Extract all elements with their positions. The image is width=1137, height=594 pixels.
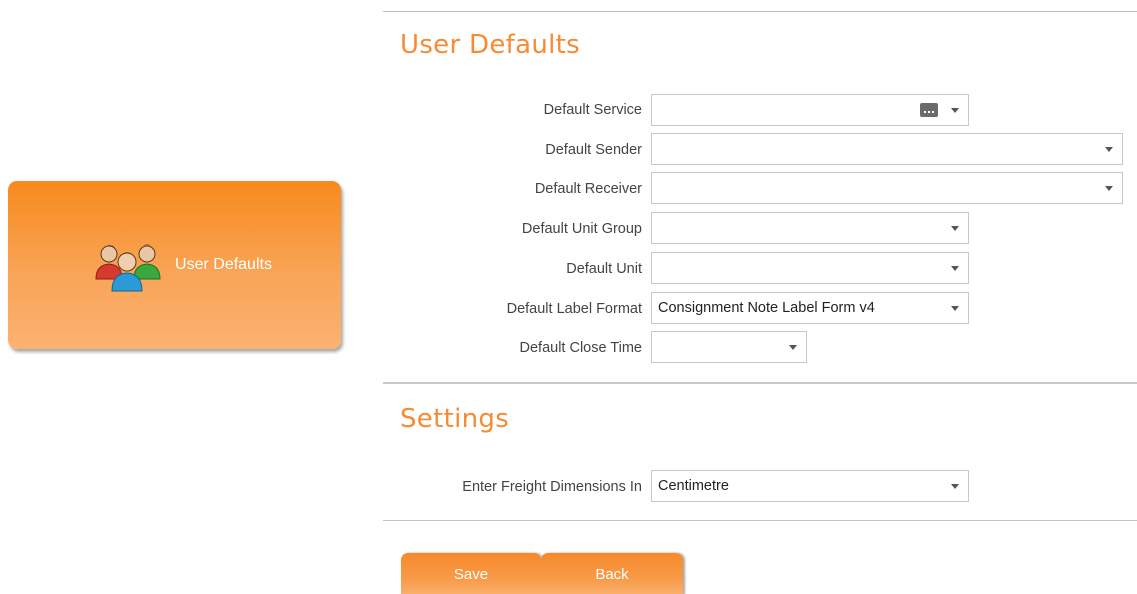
divider-top xyxy=(383,11,1137,12)
default-label-format-value: Consignment Note Label Form v4 xyxy=(658,300,875,316)
default-receiver-label: Default Receiver xyxy=(534,181,642,197)
chevron-down-icon[interactable] xyxy=(942,253,968,283)
default-unit-label: Default Unit xyxy=(566,261,642,277)
ellipsis-icon[interactable] xyxy=(920,103,938,117)
default-sender-label: Default Sender xyxy=(545,142,642,158)
chevron-down-icon[interactable] xyxy=(1096,173,1122,203)
user-defaults-title: User Defaults xyxy=(400,30,580,60)
default-service-combo[interactable] xyxy=(651,94,969,126)
default-unit-group-label: Default Unit Group xyxy=(521,221,642,237)
default-service-label: Default Service xyxy=(543,102,642,118)
chevron-down-icon[interactable] xyxy=(780,332,806,362)
chevron-down-icon[interactable] xyxy=(1096,134,1122,164)
users-icon xyxy=(95,244,161,292)
default-unit-group-combo[interactable] xyxy=(651,212,969,244)
chevron-down-icon[interactable] xyxy=(942,471,968,501)
default-close-time-combo[interactable] xyxy=(651,331,807,363)
default-sender-combo[interactable] xyxy=(651,133,1123,165)
back-button[interactable]: Back xyxy=(541,553,683,594)
user-defaults-tile[interactable]: User Defaults xyxy=(8,181,341,349)
default-label-format-label: Default Label Format xyxy=(506,301,642,317)
tile-label: User Defaults xyxy=(175,256,272,273)
freight-dimensions-value: Centimetre xyxy=(658,478,729,494)
default-label-format-combo[interactable]: Consignment Note Label Form v4 xyxy=(651,292,969,324)
default-unit-combo[interactable] xyxy=(651,252,969,284)
default-receiver-combo[interactable] xyxy=(651,172,1123,204)
save-button[interactable]: Save xyxy=(401,553,541,594)
tile-content: User Defaults xyxy=(91,235,272,295)
default-close-time-label: Default Close Time xyxy=(519,340,643,356)
divider-bottom xyxy=(383,520,1137,521)
chevron-down-icon[interactable] xyxy=(942,293,968,323)
chevron-down-icon[interactable] xyxy=(942,95,968,125)
chevron-down-icon[interactable] xyxy=(942,213,968,243)
settings-title: Settings xyxy=(400,404,510,434)
divider-middle xyxy=(383,382,1137,384)
freight-dimensions-combo[interactable]: Centimetre xyxy=(651,470,969,502)
freight-dimensions-label: Enter Freight Dimensions In xyxy=(462,479,642,495)
